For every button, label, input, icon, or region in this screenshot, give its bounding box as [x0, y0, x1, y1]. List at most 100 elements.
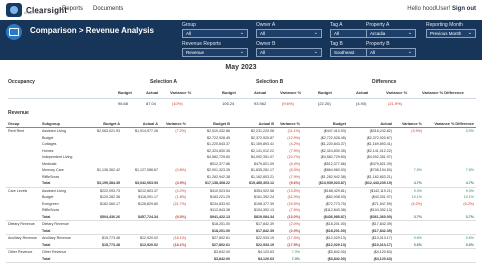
table-cell: $457,724.34 [122, 213, 160, 221]
table-cell [160, 221, 188, 228]
occ-header: Actual [254, 90, 267, 95]
occ-header: Variance % [386, 90, 408, 95]
table-cell: $1,914,977.26 [135, 129, 158, 133]
select-value: Previous Month [430, 31, 462, 36]
table-cell: ($188,429.81) [323, 188, 346, 193]
table-row: Care Levels Assisted Living $222,093.73 $21… [6, 187, 476, 194]
table-cell: (7.2%) [175, 129, 186, 133]
table-cell [424, 255, 476, 263]
table-cell: 7.3% [276, 255, 302, 263]
table-cell: $15,773.48 [102, 236, 120, 240]
sign-out-link[interactable]: Sign out [452, 6, 476, 12]
table-cell: $212,803.37 [138, 188, 158, 193]
owner-a-select[interactable]: All ⌄ [256, 29, 322, 38]
table-cell [160, 227, 188, 235]
filter-reporting-month: Reporting Month Previous Month ⌄ [426, 22, 476, 38]
table-cell: 9.3% [465, 188, 474, 193]
table-cell: $3,842.00 [188, 255, 232, 263]
table-cell: $17,842.39 [232, 227, 276, 235]
table-cell [394, 249, 424, 256]
table-cell: ($12,443,239.19) [348, 180, 394, 188]
filter-bar: Comparison > Revenue Analysis Group All ⌄… [0, 20, 482, 60]
brand-subtitle: ANALYTICS [24, 11, 44, 15]
brand-logo-icon [6, 3, 22, 17]
table-cell: $12,920.02 [122, 241, 160, 249]
table-cell: ($447,410.93) [323, 129, 346, 133]
table-cell: ($436,985.87) [302, 213, 348, 221]
table-cell: $27,802.61 [212, 236, 230, 240]
table-cell: ($17,842.39) [371, 222, 392, 226]
chevron-down-icon: ⌄ [239, 30, 244, 36]
table-cell: Total [40, 227, 84, 235]
table-cell: $819,084.34 [232, 213, 276, 221]
table-cell: (2.0%) [276, 227, 302, 235]
table-cell: (2.0%) [289, 222, 300, 226]
table-cell [84, 255, 122, 263]
report-title: May 2023 [225, 64, 257, 71]
nav-link-reports[interactable]: Reports [62, 6, 83, 12]
chevron-down-icon: ⌄ [407, 30, 412, 36]
nav-links: Reports Documents [62, 6, 123, 12]
table-cell: $27,802.61 [188, 241, 232, 249]
table-cell: Other Revenue [8, 250, 33, 254]
selection-a-header: Selection A [150, 79, 178, 85]
report-icon [6, 24, 22, 40]
page-title: Comparison > Revenue Analysis [30, 26, 154, 35]
table-cell: $4,120.63 [258, 250, 274, 254]
table-cell: $2,231,220.08 [251, 129, 274, 133]
table-cell: $410,523.54 [210, 188, 230, 193]
table-cell [122, 255, 160, 263]
user-area: Hello hoodUser! Sign out [407, 6, 476, 12]
table-cell: Rent Rent [8, 129, 25, 133]
table-cell: ($10,013.17) [371, 236, 392, 240]
revenue-reports-select[interactable]: Revenue ⌄ [182, 48, 248, 57]
occ-header: Budget [118, 90, 132, 95]
table-cell: 0.6% [394, 241, 424, 249]
table-cell [424, 227, 476, 235]
table-cell [394, 227, 424, 235]
occ-header: Budget [318, 90, 332, 95]
table-cell: $17,842.39 [256, 222, 274, 226]
table-cell [424, 249, 476, 256]
table-cell: Other Revenue [42, 250, 67, 254]
property-b-select[interactable]: All ⌄ [366, 48, 416, 57]
chevron-down-icon: ⌄ [313, 49, 318, 55]
occ-value: (4.93) [356, 101, 367, 106]
table-cell [84, 249, 122, 256]
table-cell [6, 255, 40, 263]
table-cell: (17.5%) [276, 241, 302, 249]
property-a-select[interactable]: Arcadia ⌄ [366, 29, 416, 38]
table-row: Ancillary Revenue Ancillary Revenue $15,77… [6, 235, 476, 242]
table-cell: $3,042,063.93 [122, 180, 160, 188]
filter-label: Group [182, 22, 196, 28]
table-cell [6, 241, 40, 249]
owner-b-select[interactable]: All ⌄ [256, 48, 322, 57]
top-nav: Clearsight ANALYTICS Reports Documents H… [0, 0, 482, 21]
select-value: All [260, 31, 266, 36]
table-cell: ($4,120.63) [348, 255, 394, 263]
table-cell: 3.7% [394, 213, 424, 221]
table-cell: Dietary Revenue [8, 222, 35, 226]
table-cell: $3,842.00 [214, 250, 230, 254]
table-cell: $354,922.58 [254, 188, 274, 193]
table-cell [122, 249, 160, 256]
select-value: All [334, 31, 340, 36]
table-row: Rent Rent Assisted Living $2,063,021.93 $1,… [6, 128, 476, 135]
table-cell: 9.3% [413, 188, 422, 193]
report-area: May 2023 Occupancy Selection A Selection… [0, 60, 482, 265]
table-cell: $15,485,303.12 [232, 180, 276, 188]
reporting-month-select[interactable]: Previous Month ⌄ [426, 29, 476, 38]
table-cell: Total [40, 241, 84, 249]
table-cell: $2,510,432.86 [207, 129, 230, 133]
nav-link-documents[interactable]: Documents [93, 6, 123, 12]
group-select[interactable]: All ⌄ [182, 29, 248, 38]
occupancy-label: Occupancy [8, 79, 35, 85]
chevron-down-icon: ⌄ [239, 49, 244, 55]
table-cell: $17,138,408.22 [188, 180, 232, 188]
table-cell: ($10,013.17) [348, 241, 394, 249]
table-cell [6, 227, 40, 235]
occ-value: 87.04 [146, 101, 157, 106]
occ-header: Actual [146, 90, 159, 95]
table-row: Other Revenue Other Revenue $3,842.00 $4,12… [6, 249, 476, 256]
table-cell [6, 180, 40, 188]
